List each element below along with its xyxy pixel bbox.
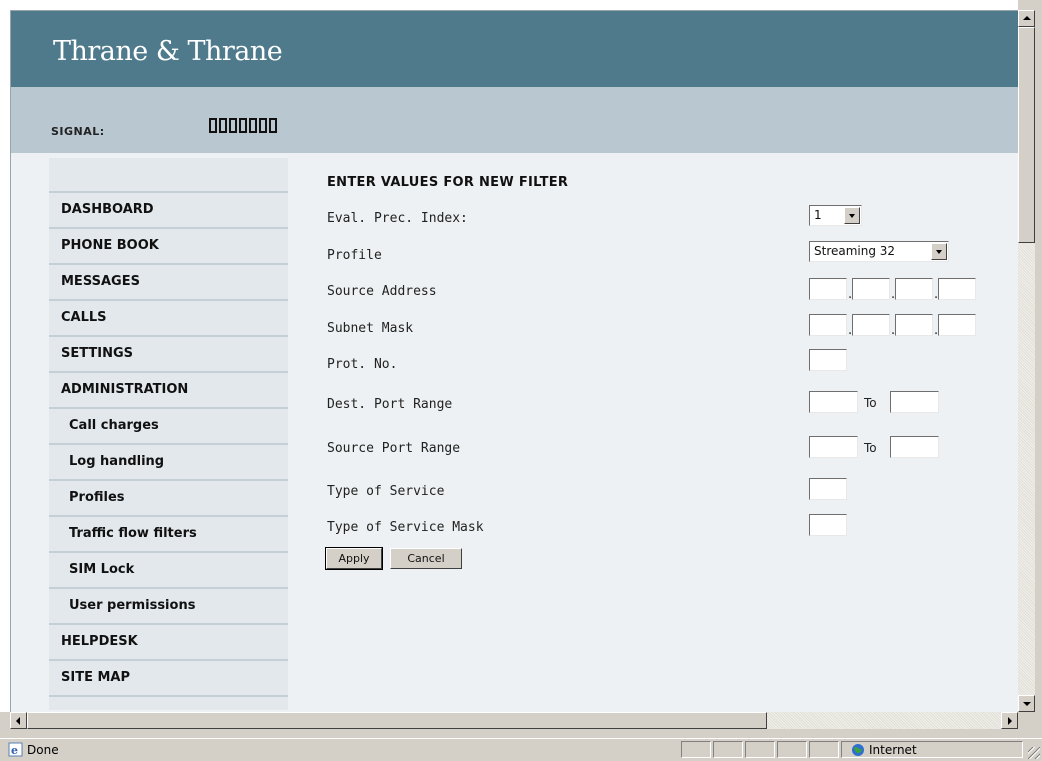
sidebar-nav: DASHBOARD PHONE BOOK MESSAGES CALLS SETT… (49, 158, 288, 710)
eval-prec-index-label: Eval. Prec. Index: (327, 211, 468, 226)
nav-site-map[interactable]: SITE MAP (49, 661, 288, 697)
source-port-from-input[interactable] (809, 436, 858, 458)
scroll-right-arrow-icon[interactable] (1001, 712, 1018, 729)
dest-port-from-input[interactable] (809, 391, 858, 413)
source-address-label: Source Address (327, 284, 437, 299)
scroll-left-arrow-icon[interactable] (10, 712, 27, 729)
source-address-octet-1[interactable] (809, 278, 847, 300)
subnet-mask-octet-2[interactable] (852, 314, 890, 336)
nav-call-charges[interactable]: Call charges (49, 409, 288, 445)
chevron-down-icon[interactable] (844, 207, 860, 224)
signal-bar-segment (249, 118, 257, 133)
profile-value: Streaming 32 (814, 244, 896, 258)
status-panel (713, 741, 743, 758)
type-of-service-mask-input[interactable] (809, 514, 847, 536)
profile-label: Profile (327, 248, 382, 263)
source-address-octet-4[interactable] (938, 278, 976, 300)
status-panel (777, 741, 807, 758)
nav-user-permissions[interactable]: User permissions (49, 589, 288, 625)
subnet-mask-octet-3[interactable] (895, 314, 933, 336)
source-address-octet-3[interactable] (895, 278, 933, 300)
horizontal-scroll-thumb[interactable] (27, 712, 767, 729)
prot-no-label: Prot. No. (327, 357, 398, 372)
cancel-button[interactable]: Cancel (390, 548, 462, 569)
nav-dashboard[interactable]: DASHBOARD (49, 193, 288, 229)
scroll-up-arrow-icon[interactable] (1018, 10, 1035, 27)
nav-profiles[interactable]: Profiles (49, 481, 288, 517)
form-title: ENTER VALUES FOR NEW FILTER (327, 175, 569, 190)
signal-bar-segment (269, 118, 277, 133)
status-text: Done (27, 743, 59, 757)
svg-text:e: e (11, 744, 18, 757)
subnet-mask-octet-1[interactable] (809, 314, 847, 336)
status-bar: e Done Internet (0, 738, 1042, 761)
source-port-to-input[interactable] (890, 436, 939, 458)
nav-messages[interactable]: MESSAGES (49, 265, 288, 301)
web-page: Thrane & Thrane SIGNAL: DASHBOARD PHONE … (10, 10, 1018, 712)
subnet-mask-octet-4[interactable] (938, 314, 976, 336)
nav-calls[interactable]: CALLS (49, 301, 288, 337)
signal-bar-segment (239, 118, 247, 133)
browser-viewport: Thrane & Thrane SIGNAL: DASHBOARD PHONE … (0, 0, 1018, 712)
scroll-down-arrow-icon[interactable] (1018, 695, 1035, 712)
subnet-mask-label: Subnet Mask (327, 321, 414, 336)
nav-helpdesk[interactable]: HELPDESK (49, 625, 288, 661)
sidebar-spacer (49, 158, 288, 193)
internet-globe-icon (852, 744, 864, 756)
vertical-scroll-thumb[interactable] (1018, 27, 1035, 243)
resize-grip-icon[interactable] (1028, 747, 1040, 759)
nav-log-handling[interactable]: Log handling (49, 445, 288, 481)
eval-prec-index-select[interactable]: 1 (809, 205, 862, 226)
nav-phone-book[interactable]: PHONE BOOK (49, 229, 288, 265)
dest-port-range-label: Dest. Port Range (327, 397, 453, 412)
signal-bar-segment (219, 118, 227, 133)
signal-strength-meter (209, 118, 277, 133)
nav-sim-lock[interactable]: SIM Lock (49, 553, 288, 589)
type-of-service-mask-label: Type of Service Mask (327, 520, 484, 535)
status-panel (809, 741, 839, 758)
vertical-scrollbar[interactable] (1018, 10, 1035, 712)
security-zone-text: Internet (869, 743, 917, 757)
to-label: To (864, 441, 877, 455)
signal-bar-segment (229, 118, 237, 133)
signal-bar: SIGNAL: (11, 87, 1018, 153)
prot-no-input[interactable] (809, 349, 847, 371)
dest-port-to-input[interactable] (890, 391, 939, 413)
scrollbar-corner (1018, 712, 1035, 729)
type-of-service-input[interactable] (809, 478, 847, 500)
status-panel (681, 741, 711, 758)
nav-settings[interactable]: SETTINGS (49, 337, 288, 373)
page-done-icon: e (8, 742, 23, 757)
signal-bar-segment (209, 118, 217, 133)
type-of-service-label: Type of Service (327, 484, 445, 499)
signal-label: SIGNAL: (51, 125, 105, 138)
to-label: To (864, 396, 877, 410)
nav-traffic-flow-filters[interactable]: Traffic flow filters (49, 517, 288, 553)
apply-button[interactable]: Apply (325, 547, 383, 570)
eval-prec-index-value: 1 (814, 208, 822, 222)
nav-administration[interactable]: ADMINISTRATION (49, 373, 288, 409)
source-port-range-label: Source Port Range (327, 441, 461, 456)
chevron-down-icon[interactable] (931, 243, 947, 260)
signal-bar-segment (259, 118, 267, 133)
profile-select[interactable]: Streaming 32 (809, 241, 949, 262)
status-panel (745, 741, 775, 758)
horizontal-scrollbar[interactable] (10, 712, 1018, 729)
brand-logo: Thrane & Thrane (53, 36, 283, 67)
header-banner: Thrane & Thrane (11, 11, 1018, 87)
source-address-octet-2[interactable] (852, 278, 890, 300)
